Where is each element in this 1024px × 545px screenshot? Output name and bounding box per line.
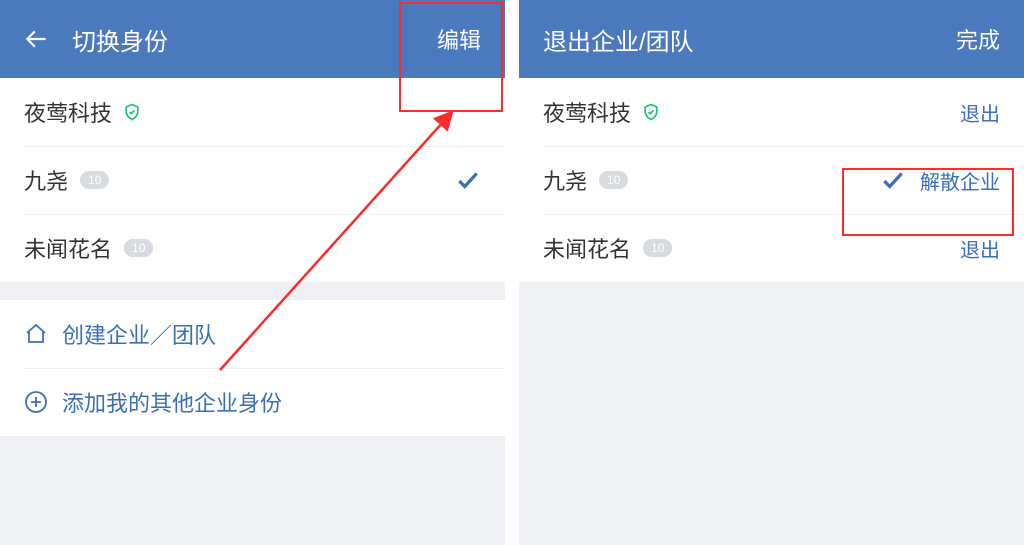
identity-name: 夜莺科技 bbox=[24, 96, 112, 128]
identity-row[interactable]: 未闻花名 10 bbox=[0, 214, 505, 282]
verified-shield-icon bbox=[122, 102, 142, 122]
identity-row[interactable]: 夜莺科技 bbox=[0, 78, 505, 146]
org-name: 九尧 bbox=[543, 164, 587, 196]
option-label: 添加我的其他企业身份 bbox=[62, 386, 282, 418]
action-list: 创建企业／团队 添加我的其他企业身份 bbox=[0, 300, 505, 436]
selected-check-icon bbox=[455, 167, 481, 193]
verified-shield-icon bbox=[641, 102, 661, 122]
member-count-badge: 10 bbox=[80, 171, 109, 189]
identity-name: 未闻花名 bbox=[24, 232, 112, 264]
disband-button[interactable]: 解散企业 bbox=[920, 166, 1000, 195]
org-row[interactable]: 未闻花名 10 退出 bbox=[519, 214, 1024, 282]
back-arrow-icon[interactable] bbox=[24, 26, 50, 52]
leave-button[interactable]: 退出 bbox=[960, 98, 1000, 127]
screen-switch-identity: 切换身份 编辑 夜莺科技 九尧 10 未闻花名 10 bbox=[0, 0, 505, 545]
leave-button[interactable]: 退出 bbox=[960, 234, 1000, 263]
selected-check-icon bbox=[880, 167, 906, 193]
member-count-badge: 10 bbox=[599, 171, 628, 189]
screen-leave-org: 退出企业/团队 完成 夜莺科技 退出 九尧 10 解散企业 bbox=[519, 0, 1024, 545]
org-name: 夜莺科技 bbox=[543, 96, 631, 128]
navbar-title: 退出企业/团队 bbox=[543, 22, 956, 57]
org-row[interactable]: 夜莺科技 退出 bbox=[519, 78, 1024, 146]
navbar-done-button[interactable]: 完成 bbox=[956, 23, 1000, 55]
identity-name: 九尧 bbox=[24, 164, 68, 196]
home-icon bbox=[24, 322, 48, 346]
navbar-edit-button[interactable]: 编辑 bbox=[437, 23, 481, 55]
section-gap bbox=[0, 282, 505, 300]
navbar-title: 切换身份 bbox=[72, 22, 437, 57]
org-list: 夜莺科技 退出 九尧 10 解散企业 未闻花名 10 退出 bbox=[519, 78, 1024, 282]
navbar: 退出企业/团队 完成 bbox=[519, 0, 1024, 78]
navbar: 切换身份 编辑 bbox=[0, 0, 505, 78]
org-row[interactable]: 九尧 10 解散企业 bbox=[519, 146, 1024, 214]
org-name: 未闻花名 bbox=[543, 232, 631, 264]
option-label: 创建企业／团队 bbox=[62, 318, 216, 350]
identity-row[interactable]: 九尧 10 bbox=[0, 146, 505, 214]
identity-list: 夜莺科技 九尧 10 未闻花名 10 bbox=[0, 78, 505, 282]
member-count-badge: 10 bbox=[124, 239, 153, 257]
add-identity-button[interactable]: 添加我的其他企业身份 bbox=[0, 368, 505, 436]
create-org-button[interactable]: 创建企业／团队 bbox=[0, 300, 505, 368]
member-count-badge: 10 bbox=[643, 239, 672, 257]
bottom-gap bbox=[0, 436, 505, 516]
plus-circle-icon bbox=[24, 390, 48, 414]
